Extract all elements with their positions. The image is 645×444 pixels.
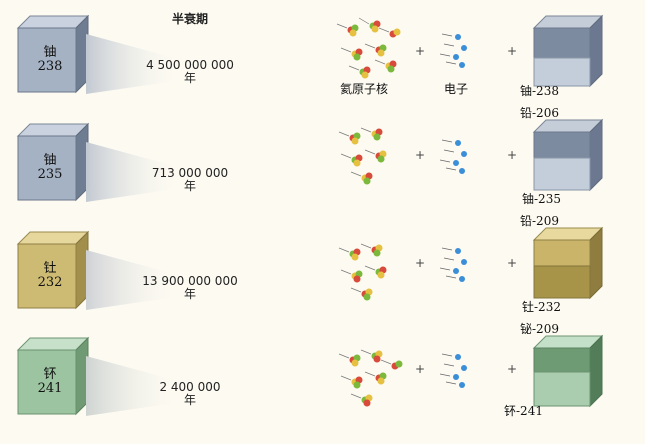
plus-sign: + xyxy=(414,44,426,58)
product-cube xyxy=(532,118,604,192)
half-life-value: 713 000 000 xyxy=(151,166,229,180)
electron-group xyxy=(439,33,467,68)
parent-mass-label: 235 xyxy=(37,167,63,182)
plus-sign: + xyxy=(414,148,426,162)
electron-group xyxy=(439,139,467,174)
plus-sign: + xyxy=(506,44,518,58)
product-bottom-tag: 钍-232 xyxy=(522,300,561,314)
plus-sign: + xyxy=(414,256,426,270)
helium-nuclei-cluster xyxy=(338,243,387,301)
product-bottom-tag: 铀-238 xyxy=(520,84,559,98)
product-bottom-tag: 钚-241 xyxy=(504,404,543,418)
half-life-unit: 年 xyxy=(183,287,196,301)
parent-mass-label: 232 xyxy=(37,275,63,290)
parent-mass-label: 241 xyxy=(37,381,63,396)
parent-element-label: 铀 xyxy=(43,45,57,60)
half-life-unit: 年 xyxy=(183,393,196,407)
half-life-unit: 年 xyxy=(183,71,196,85)
helium-nuclei-cluster xyxy=(336,17,401,79)
half-life-unit: 年 xyxy=(183,179,196,193)
helium-nuclei-cluster xyxy=(338,349,403,407)
product-cube xyxy=(532,334,604,408)
parent-element-label: 铀 xyxy=(43,153,57,168)
plus-sign: + xyxy=(506,256,518,270)
product-bottom-tag: 铀-235 xyxy=(522,192,561,206)
electron-group xyxy=(439,353,467,388)
plus-sign: + xyxy=(506,148,518,162)
helium-nucleus-caption: 氦原子核 xyxy=(340,82,389,96)
product-cube xyxy=(532,14,604,88)
half-life-value: 13 900 000 000 xyxy=(142,274,238,288)
parent-mass-label: 238 xyxy=(37,59,63,74)
parent-element-label: 钚 xyxy=(43,367,57,382)
product-cube xyxy=(532,226,604,300)
helium-nuclei-cluster xyxy=(338,127,387,185)
half-life-value: 4 500 000 000 xyxy=(146,58,234,72)
electron-caption: 电子 xyxy=(444,82,469,96)
half-life-value: 2 400 000 xyxy=(159,380,221,394)
plus-sign: + xyxy=(506,362,518,376)
plus-sign: + xyxy=(414,362,426,376)
electron-group xyxy=(439,247,467,282)
parent-element-label: 钍 xyxy=(43,261,57,276)
